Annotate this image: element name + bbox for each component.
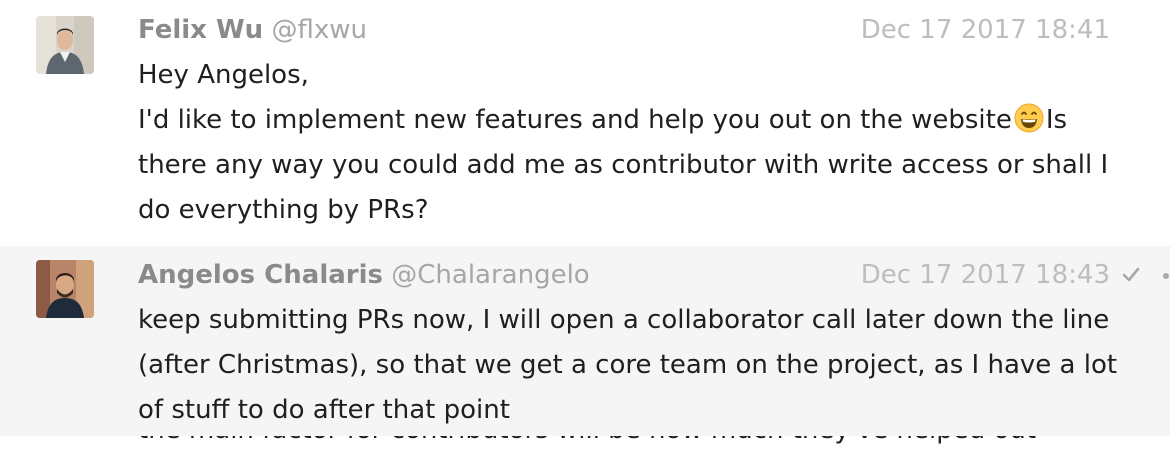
username[interactable]: @flxwu bbox=[271, 15, 367, 45]
avatar-angelos-chalaris[interactable] bbox=[36, 260, 94, 318]
avatar-felix-wu[interactable] bbox=[36, 16, 94, 74]
chat-message-hovered: Angelos Chalaris @Chalarangelo Dec 17 20… bbox=[0, 246, 1170, 436]
display-name[interactable]: Felix Wu bbox=[138, 15, 263, 45]
grinning-face-emoji-icon bbox=[1014, 103, 1044, 133]
timestamp[interactable]: Dec 17 2017 18:43 bbox=[861, 258, 1110, 292]
message-line: I'd like to implement new features and h… bbox=[138, 105, 1012, 135]
message-line: Hey Angelos, bbox=[138, 60, 309, 90]
message-body: Hey Angelos, I'd like to implement new f… bbox=[138, 53, 1138, 233]
chat-history: Felix Wu @flxwu Dec 17 2017 18:41 Hey An… bbox=[0, 0, 1170, 456]
message-header: Angelos Chalaris @Chalarangelo bbox=[138, 258, 590, 292]
message-header: Felix Wu @flxwu bbox=[138, 13, 367, 47]
username[interactable]: @Chalarangelo bbox=[391, 260, 589, 290]
message-paragraph: I'd like to implement new features and h… bbox=[138, 98, 1138, 233]
more-options-icon[interactable] bbox=[1162, 272, 1170, 280]
message-body: keep submitting PRs now, I will open a c… bbox=[138, 298, 1138, 433]
message-body-partial: the main factor for contributors will be… bbox=[138, 436, 1138, 453]
timestamp[interactable]: Dec 17 2017 18:41 bbox=[861, 13, 1110, 47]
checkmark-icon bbox=[1122, 267, 1140, 282]
display-name[interactable]: Angelos Chalaris bbox=[138, 260, 383, 290]
chat-message: Felix Wu @flxwu Dec 17 2017 18:41 Hey An… bbox=[0, 0, 1170, 246]
message-line: keep submitting PRs now, I will open a c… bbox=[138, 305, 1118, 425]
chat-message-partial: the main factor for contributors will be… bbox=[0, 436, 1170, 456]
